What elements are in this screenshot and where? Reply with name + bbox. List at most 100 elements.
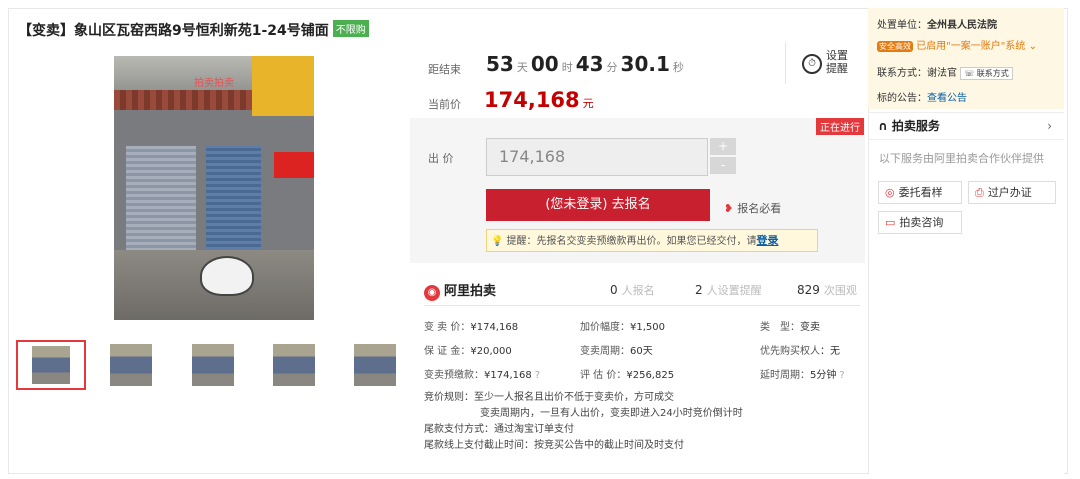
consult-label: 拍卖咨询 (899, 216, 944, 229)
detail-key: 类 型： (760, 322, 800, 333)
hours-unit: 时 (561, 61, 573, 74)
detail-key: 变卖周期： (580, 346, 630, 357)
system-text: 已启用"一案一账户"系统 (916, 41, 1026, 52)
must-read-label: 报名必看 (737, 202, 782, 215)
detail-key: 加价幅度： (580, 322, 630, 333)
contact-name: 谢法官 (927, 68, 957, 79)
auction-service-header[interactable]: ∩ 拍卖服务 › (868, 112, 1064, 140)
timer-label: 距结束 (428, 63, 461, 76)
listing-title: 【变卖】象山区瓦窑西路9号恒利新苑1-24号铺面 (18, 23, 329, 39)
thumbnail[interactable] (16, 340, 86, 390)
detail-value: ¥174,168 (470, 322, 519, 333)
detail-value: ¥256,825 (626, 370, 675, 381)
rules-line: 变卖周期内，一旦有人出价，变卖即进入24小时竞价倒计时 (480, 408, 743, 419)
help-icon[interactable]: ? (839, 370, 844, 381)
bid-label: 出 价 (428, 152, 454, 165)
detail-increment: 加价幅度：¥1,500 (580, 318, 665, 333)
consult-button[interactable]: ▭ 拍卖咨询 (878, 211, 962, 234)
detail-value: 5分钟 (810, 370, 837, 381)
view-sample-button[interactable]: ◎ 委托看样 (878, 181, 962, 204)
detail-type: 类 型：变卖 (760, 318, 820, 333)
price-unit: 元 (582, 97, 594, 110)
phone-icon: ☏ (964, 69, 977, 78)
tip-text: 提醒：先报名交变卖预缴款再出价。如果您已经交付，请 (506, 236, 757, 247)
document-icon: ⎙ (975, 186, 984, 199)
service-note: 以下服务由阿里拍卖合作伙伴提供 (879, 152, 1044, 165)
view-count-value: 829 (797, 283, 820, 297)
court-unit-label: 处置单位： (877, 20, 927, 31)
detail-key: 延时周期： (760, 370, 810, 381)
notice-label: 标的公告： (877, 93, 927, 104)
help-icon[interactable]: ? (535, 370, 540, 381)
seconds-value: 30.1 (620, 52, 670, 76)
headset-icon: ∩ (878, 119, 892, 133)
reminder-tip: 💡 提醒：先报名交变卖预缴款再出价。如果您已经交付，请登录 (486, 229, 818, 252)
bid-amount-input[interactable]: 174,168 (486, 138, 708, 176)
detail-value: ¥174,168 (484, 370, 532, 381)
thumbnail[interactable] (96, 340, 166, 390)
view-notice-link[interactable]: 查看公告 (927, 93, 967, 104)
chevron-right-icon: › (1047, 119, 1052, 133)
days-value: 53 (486, 52, 514, 76)
detail-key: 评 估 价： (580, 370, 627, 381)
transfer-button[interactable]: ⎙ 过户办证 (968, 181, 1056, 204)
photo-watermark: 拍卖拍卖 (194, 78, 234, 89)
thumbnail[interactable] (340, 340, 410, 390)
detail-value: 变卖 (800, 322, 820, 333)
detail-value: ¥1,500 (630, 322, 665, 333)
court-contact: 联系方式：谢法官 ☏ 联系方式 (877, 64, 1013, 80)
set-reminder-link[interactable]: 设置提醒 (826, 49, 850, 75)
contact-button[interactable]: ☏ 联系方式 (960, 67, 1013, 80)
price-value: 174,168 (484, 88, 580, 112)
alarm-clock-icon[interactable]: ⏱ (802, 54, 822, 74)
remind-count: 2 人设置提醒 (695, 282, 762, 298)
detail-key: 保 证 金： (424, 346, 471, 357)
signup-count-value: 0 (610, 283, 618, 297)
detail-cycle: 变卖周期：60天 (580, 342, 653, 357)
chevron-down-icon[interactable]: ⌄ (1025, 41, 1037, 52)
login-link[interactable]: 登录 (756, 234, 778, 247)
minutes-value: 43 (575, 52, 604, 76)
detail-prepayment: 变卖预缴款：¥174,168? (424, 366, 540, 381)
ali-logo-icon: ◉ (424, 285, 440, 301)
security-chip: 安全高效 (877, 41, 913, 52)
signup-button[interactable]: (您未登录) 去报名 (486, 189, 710, 221)
seconds-unit: 秒 (672, 61, 684, 74)
signup-count-label: 人报名 (621, 284, 655, 297)
auction-rules: 竞价规则：至少一人报名且出价不低于变卖价，方可成交 变卖周期内，一旦有人出价，变… (424, 390, 743, 454)
view-count-label: 次围观 (823, 284, 857, 297)
detail-key: 优先购买权人 (760, 346, 820, 357)
status-badge: 正在进行 (816, 118, 864, 135)
rules-line: 竞价规则：至少一人报名且出价不低于变卖价，方可成交 (424, 392, 674, 403)
decrease-bid-button[interactable]: - (710, 157, 736, 174)
court-unit-value: 全州县人民法院 (927, 20, 997, 31)
main-photo[interactable]: 拍卖拍卖 (114, 56, 314, 320)
countdown: 53 天 00 时 43 分 30.1 秒 (486, 52, 687, 76)
rules-line: 尾款线上支付截止时间：按竞买公告中的截止时间及时支付 (424, 440, 684, 451)
must-read-icon: ❥ (724, 202, 734, 215)
remind-count-value: 2 (695, 283, 703, 297)
court-system: 安全高效 已启用"一案一账户"系统 ⌄ (877, 37, 1037, 52)
divider (424, 305, 860, 306)
must-read-link[interactable]: ❥ 报名必看 (724, 200, 781, 216)
detail-delay: 延时周期：5分钟? (760, 366, 845, 381)
thumbnail[interactable] (178, 340, 248, 390)
view-sample-label: 委托看样 (898, 186, 943, 199)
bulb-icon: 💡 (491, 236, 504, 247)
limit-tag: 不限购 (332, 20, 369, 37)
location-icon: ◎ (885, 186, 895, 199)
thumbnail-strip (16, 340, 396, 390)
detail-sale-price: 变 卖 价：¥174,168 (424, 318, 518, 333)
contact-label: 联系方式： (877, 68, 927, 79)
thumbnail[interactable] (259, 340, 329, 390)
view-count: 829 次围观 (797, 282, 857, 298)
court-notice: 标的公告：查看公告 (877, 89, 967, 104)
detail-value: 60天 (630, 346, 653, 357)
platform-name: 阿里拍卖 (444, 284, 497, 299)
page-title: 【变卖】象山区瓦窑西路9号恒利新苑1-24号铺面 不限购 (18, 20, 369, 40)
detail-key: 变 卖 价： (424, 322, 471, 333)
increase-bid-button[interactable]: + (710, 138, 736, 155)
remind-count-label: 人设置提醒 (706, 284, 762, 297)
platform-brand: ◉ 阿里拍卖 (424, 280, 496, 301)
detail-appraisal: 评 估 价：¥256,825 (580, 366, 674, 381)
